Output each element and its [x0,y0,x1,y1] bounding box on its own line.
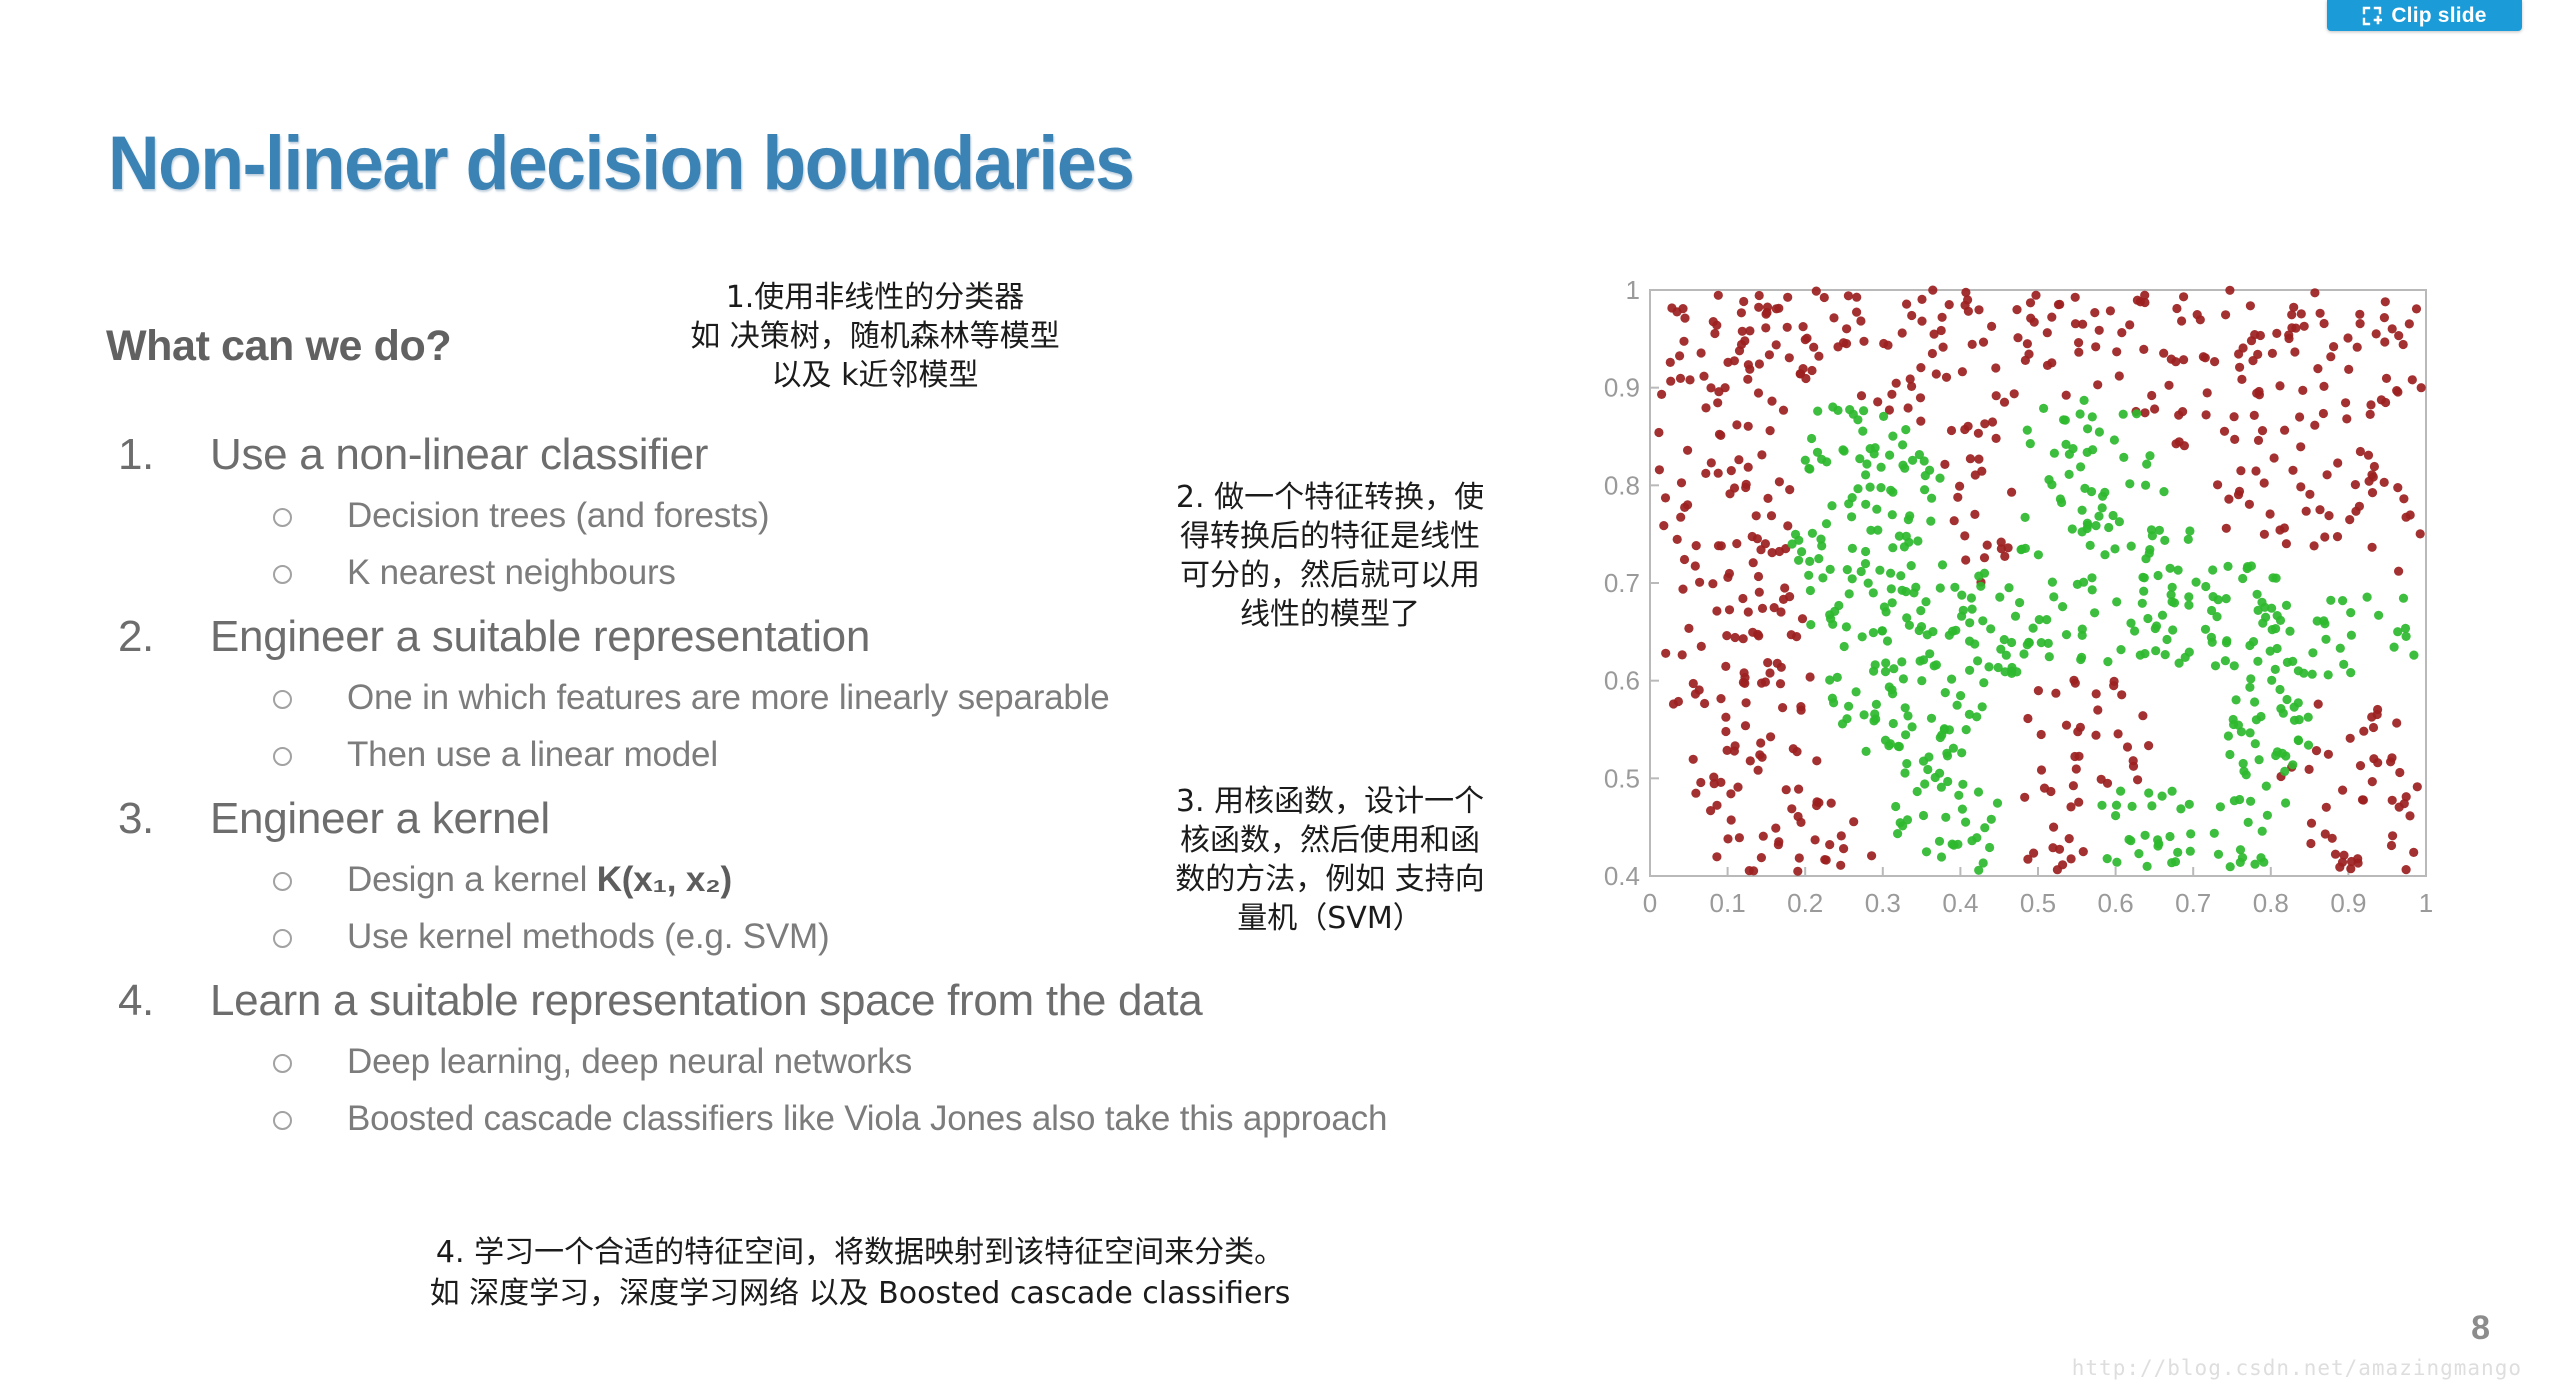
sub-bullet-text: Use kernel methods (e.g. SVM) [347,917,830,956]
bullet-ring-icon [273,1053,347,1078]
svg-text:0.8: 0.8 [1604,470,1640,500]
bullet-number: 4. [118,976,154,1025]
list-item: 4. Learn a suitable representation space… [118,976,1718,1156]
bullet-row: 4. Learn a suitable representation space… [118,976,1718,1042]
sub-bullet-text: Then use a linear model [347,735,718,774]
section-heading: What can we do? [106,322,452,370]
bullet-ring-icon [273,928,347,953]
sub-bullet-text: Decision trees (and forests) [347,496,770,535]
bullet-text: Learn a suitable representation space fr… [210,976,1203,1025]
clip-slide-icon [2362,6,2383,26]
svg-text:0.2: 0.2 [1787,888,1823,918]
svg-text:0.9: 0.9 [2330,888,2366,918]
watermark: http://blog.csdn.net/amazingmango [2071,1356,2522,1380]
bullet-text: Engineer a kernel [210,794,550,843]
annotation-note-4: 4. 学习一个合适的特征空间，将数据映射到该特征空间来分类。 如 深度学习，深度… [429,1235,1291,1312]
bullet-ring-icon [273,689,347,714]
svg-text:0.8: 0.8 [2253,888,2289,918]
plot-axes [1649,289,2427,877]
svg-text:0.5: 0.5 [2020,888,2056,918]
clip-slide-label: Clip slide [2391,3,2487,27]
kernel-prefix: Design a kernel [347,860,597,899]
bullet-ring-icon [273,746,347,771]
sub-bullet-row: Deep learning, deep neural networks [118,1042,1718,1099]
bullet-text: Engineer a suitable representation [210,612,871,661]
sub-bullet-text: Boosted cascade classifiers like Viola J… [347,1099,1388,1138]
sub-bullet-text: K nearest neighbours [347,553,676,592]
svg-text:0.7: 0.7 [2175,888,2211,918]
sub-bullet-text: Deep learning, deep neural networks [347,1042,913,1081]
bullet-number: 1. [118,430,154,479]
svg-text:0.3: 0.3 [1865,888,1901,918]
scatter-plot-svg: 0 0.1 0.2 0.3 0.4 0.5 0.6 0.7 0.8 0.9 1 0.4 0.5 0.6 0.… [1604,275,2433,918]
svg-text:0.9: 0.9 [1604,373,1640,403]
svg-text:0.4: 0.4 [1604,861,1640,891]
sub-bullet-row: One in which features are more linearly … [118,678,1718,735]
kernel-formula: K(x₁, x₂) [596,860,732,899]
list-item: 2. Engineer a suitable representation On… [118,612,1718,792]
svg-text:0.1: 0.1 [1710,888,1746,918]
scatter-plot-figure: 0 0.1 0.2 0.3 0.4 0.5 0.6 0.7 0.8 0.9 1 0.4 0.5 0.6 0.… [1588,272,2438,962]
svg-text:0.4: 0.4 [1942,888,1978,918]
annotation-note-2: 2. 做一个特征转换，使 得转换后的特征是线性 可分的，然后就可以用 线性的模型… [1175,480,1485,632]
clip-slide-button[interactable]: Clip slide [2327,0,2522,31]
sub-bullet-row: Boosted cascade classifiers like Viola J… [118,1099,1718,1156]
bullet-text: Use a non-linear classifier [210,430,709,479]
svg-text:0.5: 0.5 [1604,763,1640,793]
bullet-number: 2. [118,612,154,661]
annotation-note-3: 3. 用核函数，设计一个 核函数，然后使用和函 数的方法，例如 支持向 量机（S… [1175,784,1485,936]
bullet-ring-icon [273,1110,347,1135]
bullet-ring-icon [273,871,347,896]
svg-text:0.7: 0.7 [1604,568,1640,598]
svg-text:1: 1 [2419,888,2433,918]
svg-text:0: 0 [1643,888,1657,918]
sub-bullet-text: One in which features are more linearly … [347,678,1110,717]
svg-text:1: 1 [1626,275,1640,305]
annotation-note-1: 1.使用非线性的分类器 如 决策树，随机森林等模型 以及 k近邻模型 [690,280,1060,393]
bullet-ring-icon [273,564,347,589]
svg-text:0.6: 0.6 [2098,888,2134,918]
page-number: 8 [2471,1309,2490,1347]
bullet-number: 3. [118,794,154,843]
page-title: Non-linear decision boundaries [108,121,1135,206]
svg-text:0.6: 0.6 [1604,666,1640,696]
sub-bullet-text: Design a kernel K(x₁, x₂) [347,860,732,900]
bullet-ring-icon [273,507,347,532]
